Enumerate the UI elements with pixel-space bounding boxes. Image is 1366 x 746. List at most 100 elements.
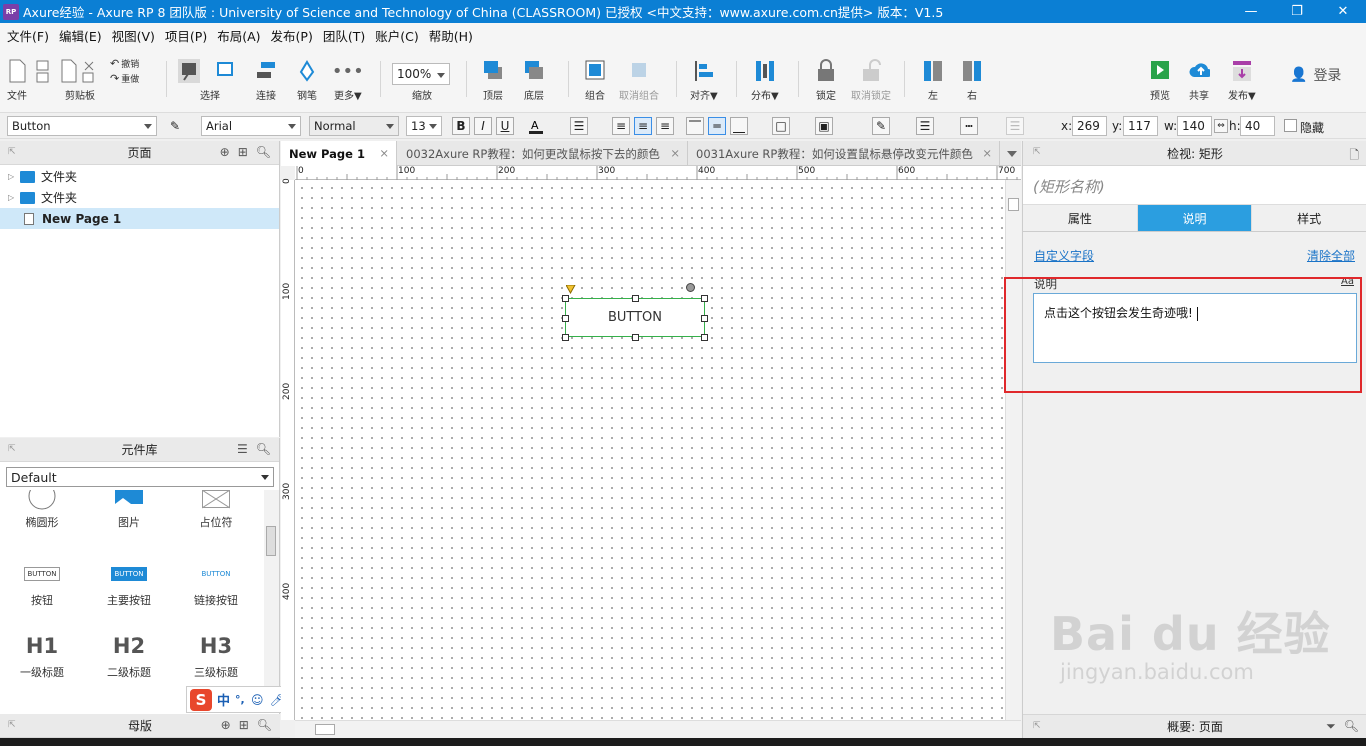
align-right-icon[interactable]: ≡ (656, 117, 674, 135)
add-folder-icon[interactable]: ⊞ (239, 718, 249, 732)
w-input[interactable]: 140 (1177, 116, 1212, 136)
font-style-select[interactable]: Normal (309, 116, 399, 136)
canvas-horizontal-scrollbar[interactable] (295, 720, 1021, 738)
align-button[interactable]: 对齐▼ (690, 59, 718, 102)
rotate-handle-icon[interactable] (686, 283, 695, 292)
unlock-button[interactable]: 取消锁定 (851, 59, 891, 102)
menu-publish[interactable]: 发布(P) (266, 26, 318, 45)
tree-folder[interactable]: ▷ 文件夹 (0, 187, 279, 208)
filter-icon[interactable]: ⏷ (1326, 719, 1336, 734)
tab-0031[interactable]: 0031Axure RP教程：如何设置鼠标悬停改变元件颜色 × (688, 141, 1000, 166)
menu-project[interactable]: 项目(P) (160, 26, 212, 45)
line-pattern-icon[interactable]: ┅ (960, 117, 978, 135)
library-scrollbar[interactable] (264, 490, 279, 712)
bring-to-front-button[interactable]: 顶层 (482, 59, 504, 102)
scroll-thumb[interactable] (266, 526, 276, 556)
add-master-icon[interactable]: ⊕ (221, 718, 231, 732)
library-select[interactable]: Default (6, 467, 274, 487)
tab-new-page-1[interactable]: New Page 1 × (281, 141, 397, 166)
library-item-link-button[interactable]: BUTTON 链接按钮 (176, 560, 256, 608)
resize-handle[interactable] (562, 315, 569, 322)
close-tab-icon[interactable]: × (982, 146, 992, 160)
design-canvas[interactable] (295, 180, 1005, 720)
search-icon[interactable]: 🔍︎ (256, 442, 271, 456)
x-input[interactable]: 269 (1072, 116, 1107, 136)
ime-punctuation[interactable]: °, (235, 693, 245, 706)
fill-color-icon[interactable]: □ (772, 117, 790, 135)
corner-radius-handle-icon[interactable] (566, 285, 576, 294)
valign-middle-icon[interactable]: ═ (708, 117, 726, 135)
publish-button[interactable]: 发布▼ (1228, 59, 1256, 102)
pin-icon[interactable]: ⇱ (8, 720, 16, 730)
pin-icon[interactable]: ⇱ (1033, 147, 1041, 157)
resize-handle[interactable] (632, 334, 639, 341)
menu-file[interactable]: 文件(F) (2, 26, 54, 45)
close-tab-icon[interactable]: × (379, 146, 389, 160)
font-family-select[interactable]: Arial (201, 116, 301, 136)
y-input[interactable]: 117 (1123, 116, 1158, 136)
library-item-button[interactable]: BUTTON 按钮 (2, 560, 82, 608)
clear-all-link[interactable]: 清除全部 (1307, 247, 1355, 264)
undo-button[interactable]: ↶ 撤销 (110, 57, 139, 70)
align-left-icon[interactable]: ≡ (612, 117, 630, 135)
ime-mode[interactable]: 中 (217, 690, 230, 709)
widget-name-input[interactable]: (矩形名称) (1023, 166, 1366, 205)
italic-button[interactable]: I (474, 117, 492, 135)
tab-list-dropdown-icon[interactable] (1007, 151, 1017, 157)
valign-top-icon[interactable]: ⎺ (686, 117, 704, 135)
redo-button[interactable]: ↷ 重做 (110, 72, 139, 85)
close-tab-icon[interactable]: × (670, 146, 680, 160)
share-button[interactable]: 共享 (1188, 59, 1210, 102)
select-intersect-button[interactable] (214, 59, 236, 87)
note-format-button[interactable]: Aa (1341, 276, 1354, 287)
tree-folder[interactable]: ▷ 文件夹 (0, 166, 279, 187)
style-editor-icon[interactable]: ✎ (166, 117, 184, 135)
tab-properties[interactable]: 属性 (1023, 205, 1138, 231)
search-icon[interactable]: 🔍︎ (1344, 719, 1359, 734)
sogou-logo-icon[interactable]: S (190, 688, 212, 711)
right-panel-button[interactable]: 右 (961, 59, 983, 102)
lock-button[interactable]: 锁定 (815, 59, 837, 102)
emoji-icon[interactable]: ☺ (250, 692, 265, 707)
resize-handle[interactable] (701, 295, 708, 302)
lock-aspect-icon[interactable]: ⇔ (1214, 119, 1228, 133)
group-button[interactable]: 组合 (584, 59, 606, 102)
menu-arrange[interactable]: 布局(A) (212, 26, 265, 45)
align-center-icon[interactable]: ≡ (634, 117, 652, 135)
menu-account[interactable]: 账户(C) (370, 26, 423, 45)
resize-handle[interactable] (562, 295, 569, 302)
add-folder-icon[interactable]: ⊞ (238, 145, 248, 159)
send-to-back-button[interactable]: 底层 (523, 59, 545, 102)
line-color-icon[interactable]: ✎ (872, 117, 890, 135)
library-item-h3[interactable]: H3 三级标题 (176, 632, 256, 680)
hidden-checkbox[interactable] (1284, 119, 1297, 132)
bold-button[interactable]: B (452, 117, 470, 135)
pin-icon[interactable]: ⇱ (1033, 721, 1041, 731)
ungroup-button[interactable]: 取消组合 (619, 59, 659, 102)
menu-team[interactable]: 团队(T) (318, 26, 370, 45)
library-item-image[interactable]: 图片 (89, 490, 169, 530)
distribute-button[interactable]: 分布▼ (751, 59, 779, 102)
resize-handle[interactable] (701, 315, 708, 322)
clipboard-button[interactable]: 剪贴板 (58, 59, 102, 102)
menu-edit[interactable]: 编辑(E) (54, 26, 107, 45)
custom-fields-link[interactable]: 自定义字段 (1034, 247, 1094, 264)
scroll-thumb[interactable] (315, 724, 335, 735)
tree-page-new-page-1[interactable]: New Page 1 (0, 208, 279, 229)
search-icon[interactable]: 🔍︎ (256, 145, 271, 159)
line-width-icon[interactable]: ☰ (916, 117, 934, 135)
save-small-button[interactable] (32, 59, 54, 87)
minimize-button[interactable]: — (1228, 0, 1274, 23)
tab-0032[interactable]: 0032Axure RP教程：如何更改鼠标按下去的颜色 × (398, 141, 688, 166)
scroll-thumb[interactable] (1008, 198, 1019, 211)
library-item-placeholder[interactable]: 占位符 (176, 490, 256, 530)
library-item-h1[interactable]: H1 一级标题 (2, 632, 82, 680)
tab-style[interactable]: 样式 (1252, 205, 1366, 231)
restore-button[interactable]: ❐ (1274, 0, 1320, 23)
left-panel-button[interactable]: 左 (922, 59, 944, 102)
menu-icon[interactable]: ☰ (237, 442, 248, 456)
resize-handle[interactable] (701, 334, 708, 341)
pin-icon[interactable]: ⇱ (8, 147, 16, 157)
zoom-select[interactable]: 100% (392, 63, 450, 85)
more-button[interactable]: ••• 更多▼ (332, 59, 364, 103)
